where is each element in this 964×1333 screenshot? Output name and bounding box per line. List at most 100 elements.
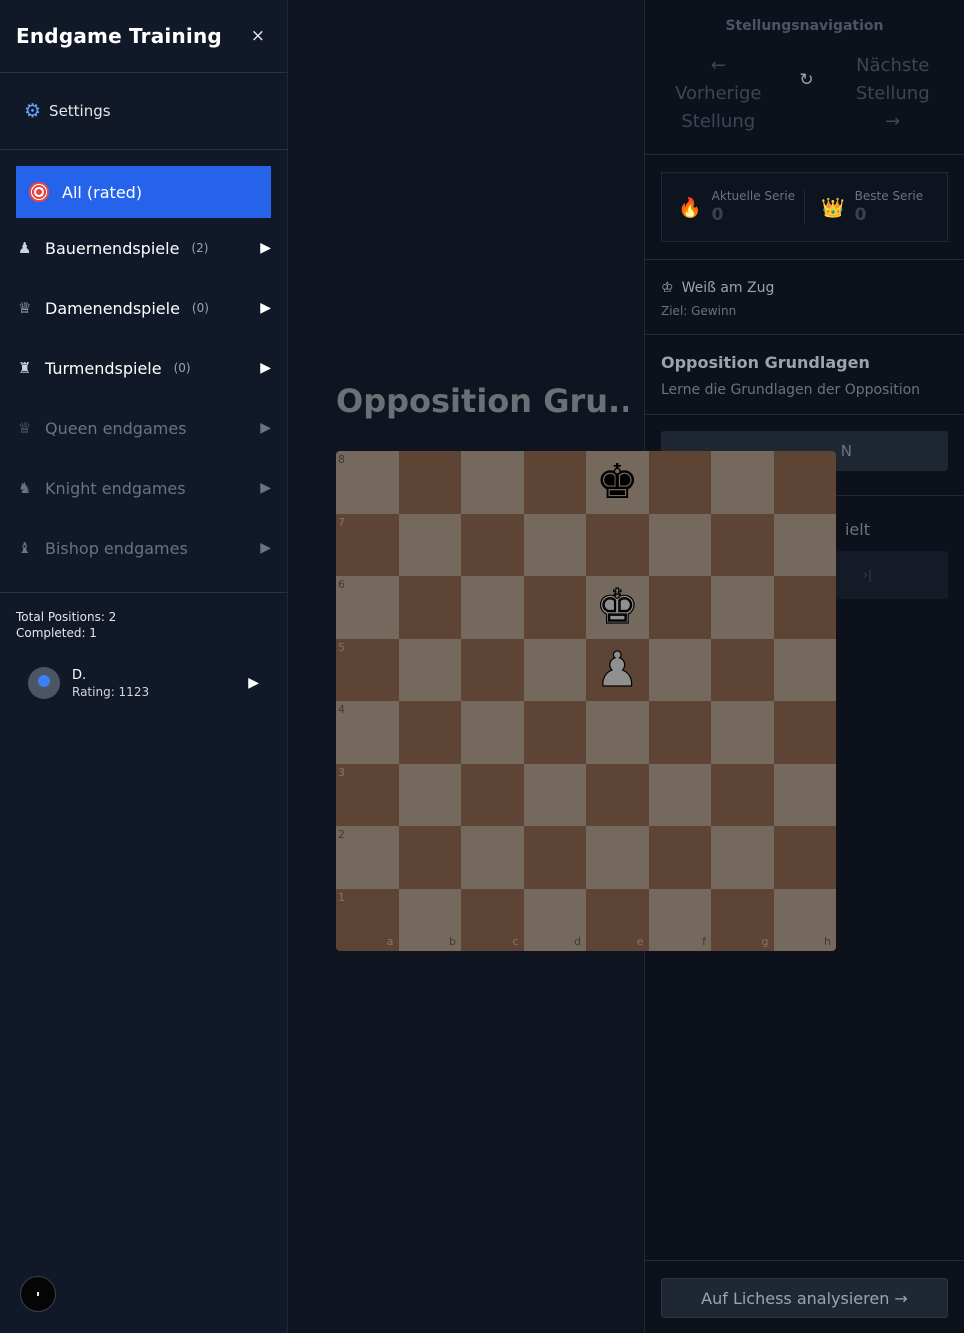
analyze-on-lichess-button[interactable]: Auf Lichess analysieren → [661, 1278, 948, 1318]
square-g7[interactable] [711, 513, 774, 576]
expand-arrow-icon[interactable]: ▶ [260, 240, 271, 256]
category-count: (2) [191, 241, 209, 255]
next-position-button[interactable]: Nächste Stellung → [821, 52, 964, 154]
expand-arrow-icon[interactable]: ▶ [260, 540, 271, 556]
square-h3[interactable] [773, 763, 836, 826]
square-f1[interactable]: f [648, 888, 711, 951]
expand-arrow-icon[interactable]: ▶ [248, 675, 259, 691]
square-c4[interactable] [461, 701, 524, 764]
category-all-rated[interactable]: All (rated) [16, 166, 271, 218]
square-f2[interactable] [648, 826, 711, 889]
expand-arrow-icon[interactable]: ▶ [260, 480, 271, 496]
square-a3[interactable]: 3 [336, 763, 399, 826]
square-e1[interactable]: e [586, 888, 649, 951]
square-b5[interactable] [398, 638, 461, 701]
square-d5[interactable] [523, 638, 586, 701]
square-b7[interactable] [398, 513, 461, 576]
square-b4[interactable] [398, 701, 461, 764]
square-g2[interactable] [711, 826, 774, 889]
square-c5[interactable] [461, 638, 524, 701]
expand-arrow-icon[interactable]: ▶ [260, 360, 271, 376]
square-c2[interactable] [461, 826, 524, 889]
square-c1[interactable]: c [461, 888, 524, 951]
square-c8[interactable] [461, 451, 524, 514]
square-e5[interactable]: ♟ [586, 638, 649, 702]
square-f7[interactable] [648, 513, 711, 576]
close-icon[interactable]: × [251, 26, 265, 46]
square-g3[interactable] [711, 763, 774, 826]
file-label: b [449, 935, 456, 948]
square-d2[interactable] [523, 826, 586, 889]
white-pawn-icon[interactable]: ♟ [586, 639, 649, 702]
square-b6[interactable] [398, 576, 461, 639]
square-d7[interactable] [523, 513, 586, 576]
square-g8[interactable] [711, 451, 774, 514]
square-a7[interactable]: 7 [336, 513, 399, 576]
square-f8[interactable] [648, 451, 711, 514]
square-a8[interactable]: 8 [336, 451, 399, 514]
square-b1[interactable]: b [398, 888, 461, 951]
category-queen-endgames-de[interactable]: ♕ Damenendspiele (0) ▶ [0, 278, 287, 338]
expand-arrow-icon[interactable]: ▶ [260, 420, 271, 436]
category-knight-endgames[interactable]: ♞ Knight endgames ▶ [0, 458, 287, 518]
square-d1[interactable]: d [523, 888, 586, 951]
square-h2[interactable] [773, 826, 836, 889]
square-e2[interactable] [586, 826, 649, 889]
square-f6[interactable] [648, 576, 711, 639]
square-a5[interactable]: 5 [336, 638, 399, 701]
skip-end-icon: ›| [863, 568, 872, 582]
square-d3[interactable] [523, 763, 586, 826]
square-e6[interactable]: ♚ [586, 576, 649, 639]
square-h5[interactable] [773, 638, 836, 701]
square-d8[interactable] [523, 451, 586, 514]
settings-button[interactable]: ⚙ Settings [0, 73, 287, 150]
category-label: Bishop endgames [45, 538, 188, 558]
square-c3[interactable] [461, 763, 524, 826]
expand-arrow-icon[interactable]: ▶ [260, 300, 271, 316]
square-h6[interactable] [773, 576, 836, 639]
square-c6[interactable] [461, 576, 524, 639]
refresh-icon: ↻ [799, 70, 814, 90]
square-h8[interactable] [773, 451, 836, 514]
square-e3[interactable] [586, 763, 649, 826]
square-h7[interactable] [773, 513, 836, 576]
square-b3[interactable] [398, 763, 461, 826]
reset-position-button[interactable]: ↻ [792, 52, 822, 154]
square-a2[interactable]: 2 [336, 826, 399, 889]
category-label: Bauernendspiele [45, 238, 180, 258]
bishop-icon: ♝ [18, 539, 32, 557]
category-queen-endgames[interactable]: ♕ Queen endgames ▶ [0, 398, 287, 458]
avatar [28, 667, 60, 699]
king-icon[interactable]: ♚ [586, 576, 649, 639]
square-a1[interactable]: 1a [336, 888, 399, 951]
category-pawn-endgames[interactable]: ♟ Bauernendspiele (2) ▶ [0, 218, 287, 278]
square-g1[interactable]: g [711, 888, 774, 951]
square-g5[interactable] [711, 638, 774, 701]
square-e4[interactable] [586, 701, 649, 764]
square-a6[interactable]: 6 [336, 576, 399, 639]
square-g4[interactable] [711, 701, 774, 764]
square-c7[interactable] [461, 513, 524, 576]
square-h1[interactable]: h [773, 888, 836, 951]
square-g6[interactable] [711, 576, 774, 639]
square-f4[interactable] [648, 701, 711, 764]
user-profile[interactable]: D. Rating: 1123 ▶ [28, 667, 271, 699]
square-a4[interactable]: 4 [336, 701, 399, 764]
category-rook-endgames[interactable]: ♜ Turmendspiele (0) ▶ [0, 338, 287, 398]
square-e7[interactable] [586, 513, 649, 576]
pawn-icon: ♟ [18, 239, 32, 257]
chess-board[interactable]: 8 ♚ 7 6 ♚ 5 ♟ 4 3 2 1 a b c d e f g h [336, 451, 836, 951]
square-f5[interactable] [648, 638, 711, 701]
square-h4[interactable] [773, 701, 836, 764]
black-king-icon[interactable]: ♚ [586, 451, 649, 514]
position-info: Opposition Grundlagen Lerne die Grundlag… [645, 335, 964, 414]
square-d4[interactable] [523, 701, 586, 764]
square-e8[interactable]: ♚ [586, 451, 649, 514]
previous-position-button[interactable]: ← Vorherige Stellung [645, 52, 792, 154]
square-f3[interactable] [648, 763, 711, 826]
square-b8[interactable] [398, 451, 461, 514]
square-d6[interactable] [523, 576, 586, 639]
category-bishop-endgames[interactable]: ♝ Bishop endgames ▶ [0, 518, 287, 578]
square-b2[interactable] [398, 826, 461, 889]
theme-toggle-button[interactable] [20, 1276, 56, 1312]
